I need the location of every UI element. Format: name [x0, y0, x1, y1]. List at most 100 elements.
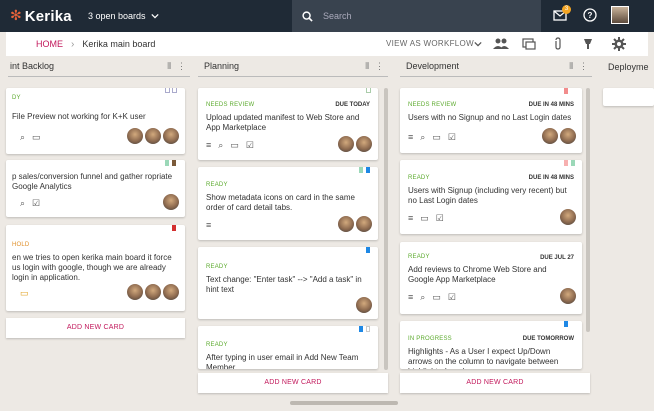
avatar	[356, 136, 372, 152]
column-collapse-icon[interactable]: ⫴	[167, 61, 171, 72]
card-due-date: DUE IN 48 MINS	[528, 102, 574, 108]
team-icon[interactable]	[493, 37, 509, 51]
breadcrumb-chevron-icon: ›	[71, 38, 75, 50]
column-header: Planning ⫴ ⋮	[198, 56, 388, 77]
card[interactable]: IN PROGRESS DUE TOMORROW Highlights - As…	[400, 321, 582, 369]
card-status: READY	[206, 342, 228, 348]
card[interactable]: READY DUE JUL 27 Add reviews to Chrome W…	[400, 242, 582, 314]
attachment-icon: ⌕	[20, 198, 26, 208]
column-menu-icon[interactable]: ⋮	[579, 61, 588, 72]
column-title: Deployme	[608, 61, 649, 72]
avatar	[542, 128, 558, 144]
card-title: Upload updated manifest to Web Store and…	[206, 113, 360, 132]
card[interactable]: NEEDS REVIEW DUE TODAY Upload updated ma…	[198, 88, 378, 160]
add-new-card-button[interactable]: ADD NEW CARD	[400, 373, 590, 393]
checklist-icon: ☑	[447, 292, 456, 302]
user-avatar[interactable]	[611, 6, 629, 24]
card-title: After typing in user email in Add New Te…	[206, 353, 359, 369]
kerika-logo[interactable]: ✻ Kerika	[10, 8, 80, 25]
tag-icon	[359, 167, 363, 173]
tag-icon	[366, 167, 370, 173]
avatar	[560, 288, 576, 304]
card[interactable]: DY File Preview not working for K+K user…	[6, 88, 185, 154]
column-scrollbar[interactable]	[586, 88, 590, 332]
checklist-icon: ☑	[435, 213, 444, 223]
list-icon: ≡	[408, 213, 414, 223]
card-title: Users with no Signup and no Last Login d…	[408, 113, 572, 122]
tag-icon	[165, 160, 169, 166]
column-menu-icon[interactable]: ⋮	[375, 61, 384, 72]
column-title: int Backlog	[10, 61, 55, 71]
attachment-icon[interactable]	[553, 37, 563, 51]
settings-gear-icon[interactable]	[612, 37, 626, 51]
avatar	[163, 194, 179, 210]
tag-icon	[564, 160, 568, 166]
card[interactable]: READY Text change: "Enter task" --> "Add…	[198, 247, 378, 319]
card-status: DY	[12, 95, 21, 101]
highlight-icon[interactable]	[582, 37, 594, 51]
open-boards-dropdown[interactable]: 3 open boards	[88, 11, 159, 21]
search-bar[interactable]	[292, 0, 541, 32]
add-new-card-button[interactable]: ADD NEW CARD	[6, 318, 185, 338]
open-boards-label: 3 open boards	[88, 11, 146, 21]
card-title: Text change: "Enter task" --> "Add a tas…	[206, 275, 362, 294]
column-header: Development ⫴ ⋮	[400, 56, 592, 77]
chat-icon: ▭	[32, 132, 41, 142]
chat-icon: ▭	[20, 288, 29, 298]
chat-icon: ▭	[230, 140, 239, 150]
logo-icon: ✻	[10, 8, 22, 24]
card-title: Users with Signup (including very recent…	[408, 186, 567, 205]
list-icon: ≡	[206, 220, 212, 230]
avatar	[145, 284, 161, 300]
checklist-icon: ☑	[447, 132, 456, 142]
column-collapse-icon[interactable]: ⫴	[365, 61, 369, 72]
view-chevron-down-icon[interactable]	[474, 40, 482, 48]
card[interactable]: p sales/conversion funnel and gather rop…	[6, 160, 185, 217]
tag-icon	[366, 326, 370, 332]
attachment-icon: ⌕	[20, 132, 26, 142]
bookmark-icon	[366, 88, 371, 93]
card-due-date: DUE IN 48 MINS	[528, 175, 574, 181]
card-status: READY	[206, 182, 228, 188]
card[interactable]: NEEDS REVIEW DUE IN 48 MINS Users with n…	[400, 88, 582, 153]
avatar	[163, 128, 179, 144]
search-input[interactable]	[323, 11, 503, 21]
column-header: int Backlog ⫴ ⋮	[8, 56, 190, 77]
list-icon: ≡	[206, 140, 212, 150]
avatar	[356, 297, 372, 313]
avatar	[356, 216, 372, 232]
breadcrumb-home[interactable]: HOME	[36, 39, 63, 49]
column-scrollbar[interactable]	[384, 88, 388, 370]
tag-icon	[564, 88, 568, 94]
card[interactable]: READY DUE IN 48 MINS Users with Signup (…	[400, 160, 582, 234]
card-status: HOLD	[12, 242, 30, 248]
view-as-workflow-button[interactable]: VIEW AS WORKFLOW	[386, 39, 474, 48]
card[interactable]	[603, 88, 654, 106]
card-title: p sales/conversion funnel and gather rop…	[12, 172, 173, 191]
tag-icon	[366, 247, 370, 253]
card-title: Show metadata icons on card in the same …	[206, 193, 355, 212]
chat-icon: ▭	[432, 132, 441, 142]
column-header: Deployme	[602, 56, 652, 77]
top-bar: ✻ Kerika 3 open boards 3 ?	[0, 0, 654, 32]
column-collapse-icon[interactable]: ⫴	[569, 61, 573, 72]
help-icon[interactable]: ?	[583, 8, 597, 22]
board-nav-bar: HOME › Kerika main board VIEW AS WORKFLO…	[6, 32, 648, 56]
card[interactable]: READY Show metadata icons on card in the…	[198, 167, 378, 240]
card-status: READY	[206, 264, 228, 270]
tag-icon	[172, 160, 176, 166]
card[interactable]: HOLD en we tries to open kerika main boa…	[6, 225, 185, 311]
checklist-icon: ☑	[32, 198, 41, 208]
attachment-icon: ⌕	[420, 292, 426, 302]
board-horizontal-scrollbar[interactable]	[290, 401, 398, 405]
card-due-date: DUE TOMORROW	[522, 336, 574, 342]
column-deployment: Deployme	[600, 56, 654, 403]
add-new-card-button[interactable]: ADD NEW CARD	[198, 373, 388, 393]
chat-icon: ▭	[420, 213, 429, 223]
bookmark-icon	[172, 88, 177, 93]
column-menu-icon[interactable]: ⋮	[177, 61, 186, 72]
list-icon: ≡	[408, 292, 414, 302]
chat-icon[interactable]	[522, 37, 536, 51]
card-title: Highlights - As a User I expect Up/Down …	[408, 347, 559, 369]
card[interactable]: READY After typing in user email in Add …	[198, 326, 378, 369]
